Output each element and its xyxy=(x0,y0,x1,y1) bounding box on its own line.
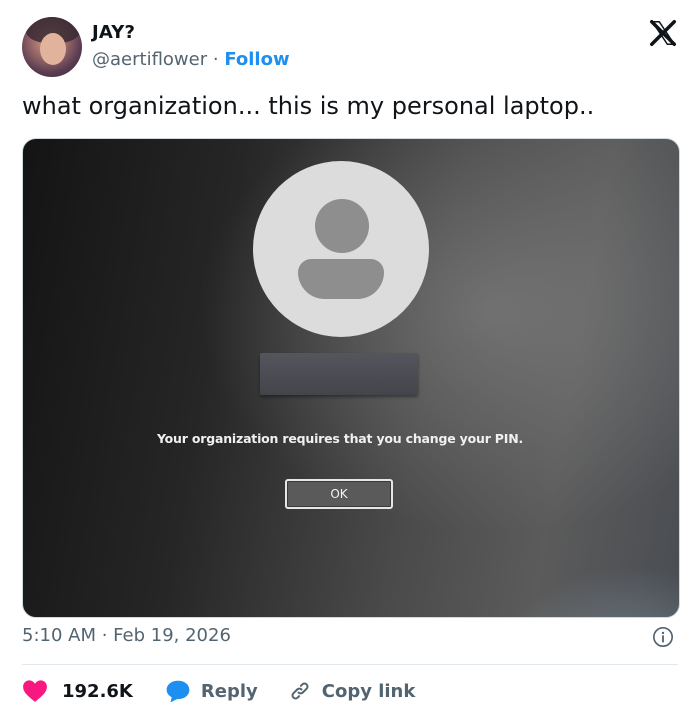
link-icon xyxy=(291,682,309,700)
default-user-picture xyxy=(253,161,429,337)
pin-change-message: Your organization requires that you chan… xyxy=(156,431,524,446)
avatar-face xyxy=(40,33,66,65)
copy-link-label: Copy link xyxy=(321,680,416,702)
action-bar: 192.6K Reply Copy link xyxy=(22,676,415,706)
reply-bubble-icon xyxy=(166,680,190,703)
info-icon[interactable] xyxy=(652,626,674,648)
tweet-text: what organization... this is my personal… xyxy=(22,92,595,120)
ok-button[interactable]: OK xyxy=(285,479,393,509)
user-head-icon xyxy=(315,199,369,253)
like-button[interactable]: 192.6K xyxy=(22,679,133,703)
follow-link[interactable]: Follow xyxy=(224,49,289,70)
author-handle-row: @aertiflower · Follow xyxy=(92,49,290,70)
copy-link-button[interactable]: Copy link xyxy=(288,679,416,703)
handle-separator: · xyxy=(212,49,219,70)
author-handle[interactable]: @aertiflower xyxy=(92,49,207,70)
tweet-media-photo[interactable]: Your organization requires that you chan… xyxy=(22,138,680,618)
like-count: 192.6K xyxy=(62,680,133,702)
heart-icon xyxy=(23,680,47,702)
reply-label: Reply xyxy=(200,680,258,702)
tweet-timestamp[interactable]: 5:10 AM · Feb 19, 2026 xyxy=(22,625,231,646)
redacted-username-box xyxy=(260,353,418,395)
user-body-icon xyxy=(298,259,384,299)
author-name[interactable]: JAY? xyxy=(92,22,135,43)
reply-button[interactable]: Reply xyxy=(165,679,258,703)
x-logo-icon[interactable] xyxy=(648,18,678,48)
divider xyxy=(22,664,678,665)
avatar[interactable] xyxy=(22,17,82,77)
